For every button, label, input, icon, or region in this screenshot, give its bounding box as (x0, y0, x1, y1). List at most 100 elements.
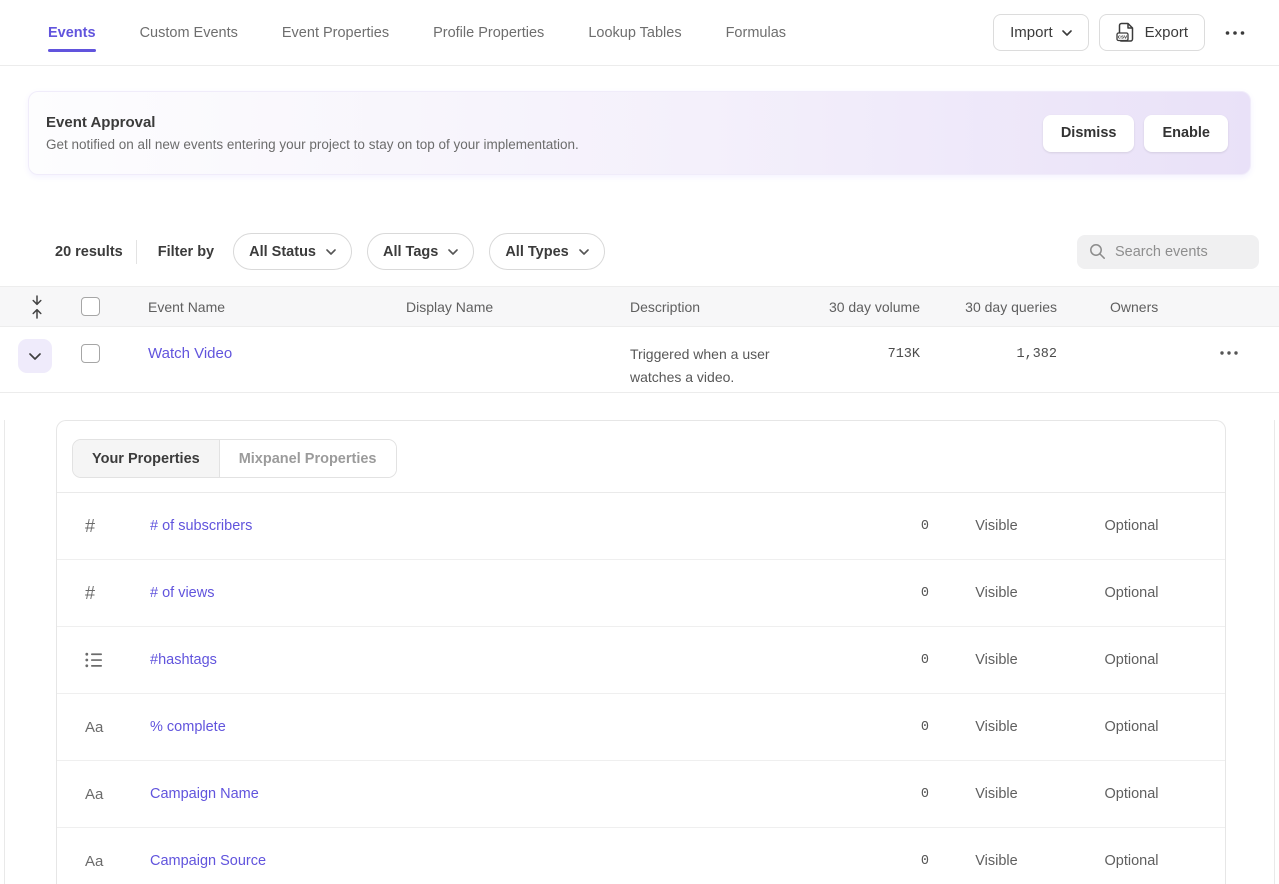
chevron-down-icon (1062, 30, 1072, 36)
collapse-all-button[interactable] (28, 293, 46, 321)
visibility-setting[interactable]: Visible (929, 853, 1064, 869)
export-label: Export (1145, 24, 1188, 41)
property-name-link[interactable]: Campaign Name (150, 786, 259, 802)
export-button[interactable]: csv Export (1099, 14, 1205, 51)
property-row: Aa Campaign Name 0 Visible Optional (57, 761, 1225, 828)
search-input[interactable] (1115, 244, 1247, 260)
row-checkbox[interactable] (81, 344, 100, 363)
svg-text:csv: csv (1118, 35, 1128, 41)
tab-custom-events[interactable]: Custom Events (140, 0, 238, 65)
visibility-setting[interactable]: Visible (929, 786, 1064, 802)
lexicon-nav-tabs: Events Custom Events Event Properties Pr… (48, 0, 786, 65)
expanded-event-panel: Your Properties Mixpanel Properties # # … (4, 420, 1275, 884)
row-more-button[interactable] (1218, 349, 1240, 357)
select-all-checkbox[interactable] (81, 297, 100, 316)
chevron-down-icon (579, 249, 589, 255)
banner-description: Get notified on all new events entering … (46, 137, 579, 152)
event-30-day-volume: 713K (820, 347, 920, 362)
property-name-link[interactable]: % complete (150, 719, 226, 735)
properties-tabs: Your Properties Mixpanel Properties (72, 439, 397, 478)
dismiss-button[interactable]: Dismiss (1043, 115, 1135, 152)
chevron-down-icon (326, 249, 336, 255)
property-row: Aa Campaign Source 0 Visible Optional (57, 828, 1225, 884)
property-value: 0 (829, 586, 929, 601)
visibility-setting[interactable]: Visible (929, 652, 1064, 668)
property-name-link[interactable]: #hashtags (150, 652, 217, 668)
top-navigation: Events Custom Events Event Properties Pr… (0, 0, 1279, 66)
property-name-link[interactable]: Campaign Source (150, 853, 266, 869)
status-filter-dropdown[interactable]: All Status (233, 233, 352, 270)
text-type-icon: Aa (85, 719, 150, 736)
list-type-icon (85, 652, 150, 668)
status-filter-label: All Status (249, 244, 316, 260)
number-type-icon: # (85, 516, 150, 537)
tags-filter-label: All Tags (383, 244, 438, 260)
column-header-30-day-volume[interactable]: 30 day volume (820, 299, 920, 315)
property-name-link[interactable]: # of views (150, 585, 214, 601)
chevron-down-icon (29, 353, 41, 360)
banner-title: Event Approval (46, 114, 579, 131)
ellipsis-icon (1220, 351, 1238, 355)
types-filter-label: All Types (505, 244, 568, 260)
filter-toolbar: 20 results Filter by All Status All Tags… (55, 233, 1259, 270)
visibility-setting[interactable]: Visible (929, 719, 1064, 735)
property-row: Aa % complete 0 Visible Optional (57, 694, 1225, 761)
property-value: 0 (829, 720, 929, 735)
tab-lookup-tables[interactable]: Lookup Tables (588, 0, 681, 65)
tags-filter-dropdown[interactable]: All Tags (367, 233, 474, 270)
lexicon-events-page: Events Custom Events Event Properties Pr… (0, 0, 1279, 884)
tab-mixpanel-properties[interactable]: Mixpanel Properties (219, 440, 396, 477)
collapse-all-icon (30, 295, 44, 319)
search-icon (1089, 243, 1106, 260)
property-row: # # of views 0 Visible Optional (57, 560, 1225, 627)
tab-event-properties[interactable]: Event Properties (282, 0, 389, 65)
requirement-setting[interactable]: Optional (1064, 585, 1199, 601)
banner-text: Event Approval Get notified on all new e… (46, 114, 579, 152)
requirement-setting[interactable]: Optional (1064, 652, 1199, 668)
requirement-setting[interactable]: Optional (1064, 853, 1199, 869)
import-label: Import (1010, 24, 1053, 41)
vertical-divider (136, 240, 137, 264)
property-name-link[interactable]: # of subscribers (150, 518, 252, 534)
number-type-icon: # (85, 583, 150, 604)
column-header-description[interactable]: Description (630, 299, 820, 315)
event-row-watch-video: Watch Video Triggered when a user watche… (0, 327, 1279, 393)
types-filter-dropdown[interactable]: All Types (489, 233, 604, 270)
column-header-event-name[interactable]: Event Name (118, 299, 406, 315)
requirement-setting[interactable]: Optional (1064, 719, 1199, 735)
property-value: 0 (829, 653, 929, 668)
column-header-30-day-queries[interactable]: 30 day queries (920, 299, 1057, 315)
event-approval-banner: Event Approval Get notified on all new e… (28, 91, 1251, 175)
column-header-display-name[interactable]: Display Name (406, 299, 630, 315)
tab-formulas[interactable]: Formulas (726, 0, 786, 65)
chevron-down-icon (448, 249, 458, 255)
more-options-button[interactable] (1217, 25, 1253, 41)
property-value: 0 (829, 787, 929, 802)
requirement-setting[interactable]: Optional (1064, 786, 1199, 802)
requirement-setting[interactable]: Optional (1064, 518, 1199, 534)
banner-actions: Dismiss Enable (1043, 115, 1228, 152)
events-table-header: Event Name Display Name Description 30 d… (0, 286, 1279, 327)
enable-button[interactable]: Enable (1144, 115, 1228, 152)
column-header-owners[interactable]: Owners (1057, 299, 1190, 315)
ellipsis-icon (1225, 31, 1245, 35)
visibility-setting[interactable]: Visible (929, 585, 1064, 601)
search-box[interactable] (1077, 235, 1259, 269)
property-row: #hashtags 0 Visible Optional (57, 627, 1225, 694)
tab-profile-properties[interactable]: Profile Properties (433, 0, 544, 65)
visibility-setting[interactable]: Visible (929, 518, 1064, 534)
event-description: Triggered when a user watches a video. (630, 343, 820, 388)
tab-events[interactable]: Events (48, 0, 96, 65)
text-type-icon: Aa (85, 786, 150, 803)
collapse-row-button[interactable] (18, 339, 52, 373)
text-type-icon: Aa (85, 853, 150, 870)
event-name-link[interactable]: Watch Video (148, 345, 232, 362)
property-value: 0 (829, 519, 929, 534)
results-count: 20 results (55, 244, 123, 260)
import-button[interactable]: Import (993, 14, 1089, 51)
topnav-actions: Import csv Export (993, 14, 1253, 51)
property-value: 0 (829, 854, 929, 869)
properties-card: Your Properties Mixpanel Properties # # … (56, 420, 1226, 884)
filter-by-label: Filter by (158, 244, 214, 260)
tab-your-properties[interactable]: Your Properties (73, 440, 219, 477)
